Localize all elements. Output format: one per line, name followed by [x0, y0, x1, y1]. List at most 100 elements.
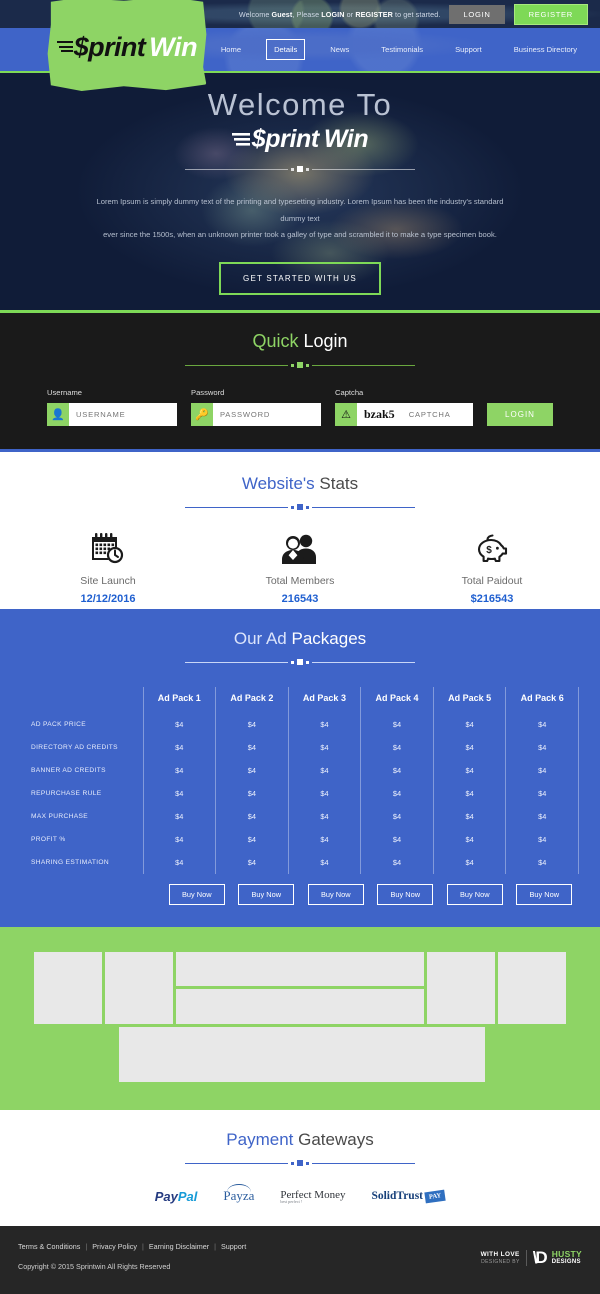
cell: $4 — [287, 805, 362, 828]
welcome-login-word[interactable]: LOGIN — [321, 10, 344, 19]
calendar-clock-icon — [54, 532, 162, 566]
footer-divider — [525, 1250, 527, 1266]
designer-credit[interactable]: WITH LOVE DESIGNED BY \D HUSTY DESIGNS — [481, 1248, 582, 1268]
table-row: DIRECTORY AD CREDITS $4 $4 $4 $4 $4 $4 — [21, 736, 579, 759]
key-icon: 🔑 — [191, 403, 213, 426]
cell: $4 — [142, 736, 217, 759]
column-header-ad-pack-4: Ad Pack 4 — [360, 687, 434, 713]
with-love-text: WITH LOVE — [480, 1250, 520, 1258]
cell: $4 — [432, 736, 507, 759]
hero-paragraph: Lorem Ipsum is simply dummy text of the … — [85, 194, 515, 244]
husty-name: HUSTY — [551, 1248, 582, 1259]
table-header-row: Ad Pack 1 Ad Pack 2 Ad Pack 3 Ad Pack 4 … — [21, 687, 579, 713]
login-button-top[interactable]: LOGIN — [449, 4, 505, 24]
buy-now-button-pack-5[interactable]: Buy Now — [446, 884, 503, 905]
column-header-ad-pack-6: Ad Pack 6 — [505, 687, 579, 713]
cell: $4 — [215, 759, 289, 782]
cell: $4 — [215, 782, 289, 805]
refresh-icon[interactable]: ⚠ — [335, 403, 357, 426]
packages-divider — [185, 659, 415, 665]
nav-item-business-directory[interactable]: Business Directory — [507, 40, 584, 59]
password-input[interactable] — [213, 410, 321, 419]
buy-now-button-pack-1[interactable]: Buy Now — [168, 884, 225, 905]
cell: $4 — [215, 736, 289, 759]
cell: $4 — [287, 851, 362, 874]
logo-win-text: Win — [149, 32, 198, 62]
nav-item-support[interactable]: Support — [448, 40, 489, 59]
hero-brand: $print Win — [231, 125, 369, 154]
stat-value-total-paidout: $216543 — [470, 593, 514, 605]
stats-divider — [185, 504, 415, 510]
cell: $4 — [360, 736, 434, 759]
buy-now-button-pack-2[interactable]: Buy Now — [238, 884, 295, 905]
quick-login-submit-button[interactable]: LOGIN — [487, 403, 553, 426]
row-label-repurchase-rule: REPURCHASE RULE — [31, 790, 102, 797]
cell: $4 — [215, 805, 289, 828]
menu-bars-icon — [56, 41, 73, 54]
quick-login-form: Username 👤 Password 🔑 Captcha ⚠ bzak5 — [0, 388, 600, 426]
banner-placeholder-5[interactable] — [427, 952, 495, 1024]
banner-placeholder-4[interactable] — [176, 989, 424, 1024]
banner-placeholder-1[interactable] — [34, 952, 102, 1024]
banner-placeholder-3[interactable] — [176, 952, 424, 986]
row-label-banner-ad-credits: BANNER AD CREDITS — [31, 767, 106, 774]
gateways-divider — [185, 1160, 415, 1166]
table-row: REPURCHASE RULE $4 $4 $4 $4 $4 $4 — [21, 782, 579, 805]
column-header-ad-pack-5: Ad Pack 5 — [432, 687, 507, 713]
hero-win-text: Win — [323, 125, 369, 153]
husty-designs-name: DESIGNS — [551, 1259, 581, 1266]
username-input[interactable] — [69, 410, 177, 419]
captcha-input[interactable] — [401, 410, 473, 419]
cell: $4 — [287, 736, 362, 759]
banner-placeholder-7[interactable] — [119, 1027, 485, 1082]
stat-total-paidout: $ Total Paidout $216543 — [438, 532, 546, 605]
logo-sprint-text: $print — [73, 32, 146, 62]
buy-now-button-pack-6[interactable]: Buy Now — [516, 884, 573, 905]
register-button-top[interactable]: REGISTER — [513, 3, 588, 25]
cell: $4 — [505, 713, 579, 736]
captcha-label: Captcha — [335, 388, 364, 397]
designed-by-text: DESIGNED BY — [481, 1258, 520, 1265]
table-row: BANNER AD CREDITS $4 $4 $4 $4 $4 $4 — [21, 759, 579, 782]
stats-title-accent: Website's — [241, 474, 315, 493]
nav-item-news[interactable]: News — [323, 40, 356, 59]
quick-login-title-accent: Quick — [252, 331, 299, 351]
nav-item-testimonials[interactable]: Testimonials — [374, 40, 430, 59]
nav-item-home[interactable]: Home — [214, 40, 248, 59]
payza-logo-icon: Payza — [223, 1184, 255, 1203]
cell: $4 — [360, 851, 434, 874]
site-logo[interactable]: $print Win — [46, 0, 208, 92]
payment-gateways-section: Payment Gateways PayPal Payza Perfect Mo… — [0, 1110, 600, 1226]
username-input-wrapper[interactable]: 👤 — [47, 403, 177, 426]
ad-packages-table: Ad Pack 1 Ad Pack 2 Ad Pack 3 Ad Pack 4 … — [21, 687, 579, 874]
cell: $4 — [432, 828, 507, 851]
password-input-wrapper[interactable]: 🔑 — [191, 403, 321, 426]
table-row: SHARING ESTIMATION $4 $4 $4 $4 $4 $4 — [21, 851, 579, 874]
username-field-group: Username 👤 — [47, 388, 177, 426]
nav-item-details[interactable]: Details — [266, 39, 306, 60]
buy-now-button-pack-4[interactable]: Buy Now — [377, 884, 434, 905]
row-label-sharing-estimation: SHARING ESTIMATION — [31, 859, 109, 866]
buy-now-button-pack-3[interactable]: Buy Now — [307, 884, 364, 905]
user-icon: 👤 — [47, 403, 69, 426]
stat-value-site-launch: 12/12/2016 — [80, 593, 136, 605]
banner-placeholder-2[interactable] — [105, 952, 173, 1024]
page-root: Welcome Guest, Please LOGIN or REGISTER … — [0, 0, 600, 1294]
welcome-guest-name: Guest — [271, 9, 293, 19]
banner-placeholder-6[interactable] — [498, 952, 566, 1024]
row-label-max-purchase: MAX PURCHASE — [31, 813, 88, 820]
captcha-input-wrapper[interactable]: ⚠ bzak5 — [335, 403, 473, 426]
column-header-ad-pack-3: Ad Pack 3 — [287, 687, 362, 713]
gateways-title-accent: Payment — [226, 1130, 294, 1149]
cell: $4 — [215, 828, 289, 851]
solidtrust-pay-logo-icon: SolidTrust PAY — [371, 1189, 446, 1204]
packages-title-rest: Packages — [286, 629, 367, 648]
row-label-directory-ad-credits: DIRECTORY AD CREDITS — [31, 744, 118, 751]
quick-login-title-rest: Login — [298, 331, 348, 351]
get-started-button[interactable]: GET STARTED WITH US — [219, 262, 381, 296]
cell: $4 — [360, 782, 434, 805]
paypal-logo-icon: PayPal — [154, 1188, 198, 1204]
welcome-register-word[interactable]: REGISTER — [355, 10, 393, 19]
stat-value-total-members: 216543 — [281, 593, 319, 605]
cell: $4 — [432, 713, 507, 736]
